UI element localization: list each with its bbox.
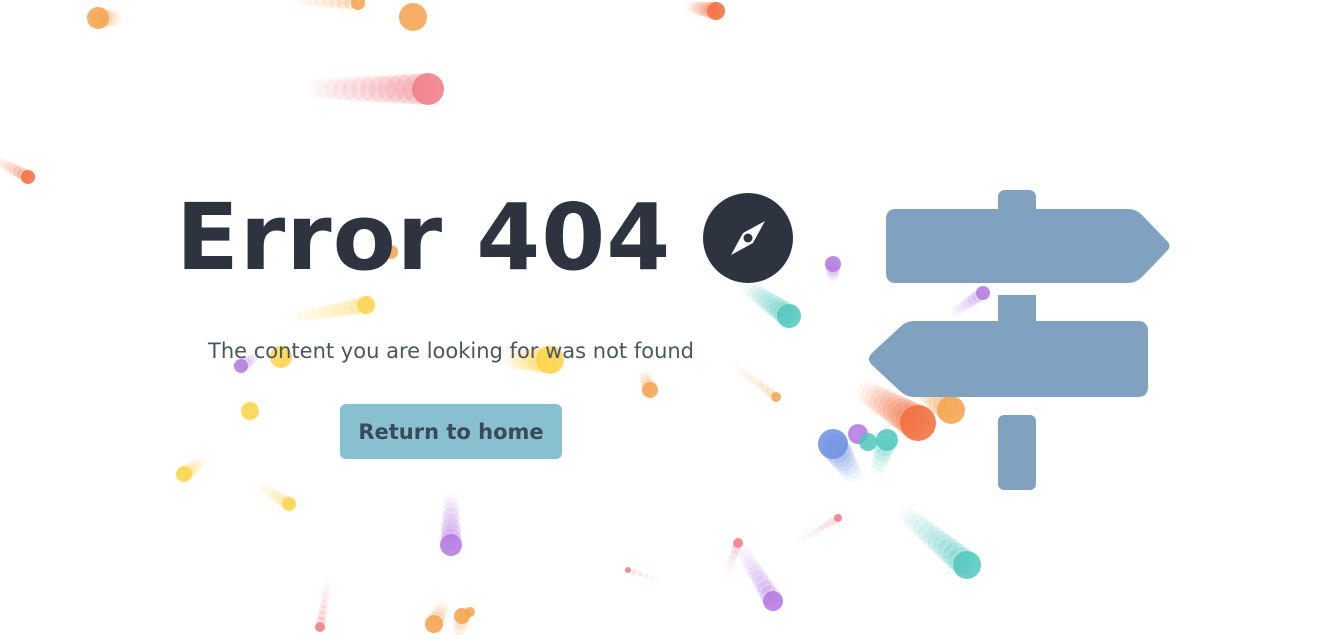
- confetti-streak: [87, 7, 124, 29]
- title-row: Error 404: [176, 184, 794, 291]
- signpost-left-arrow: [869, 321, 1148, 397]
- confetti-streak: [307, 73, 444, 105]
- signpost-illustration: [869, 190, 1170, 490]
- confetti-streak: [732, 363, 781, 402]
- confetti-streak: [293, 0, 365, 10]
- signpost-right-arrow: [886, 209, 1170, 283]
- confetti-streak: [795, 514, 842, 545]
- confetti-streak: [176, 456, 208, 482]
- page-title: Error 404: [176, 184, 672, 291]
- return-home-button[interactable]: Return to home: [340, 404, 562, 459]
- confetti-streak: [256, 481, 296, 511]
- confetti-streak: [685, 1, 725, 20]
- signpost-pole-bottom: [998, 415, 1036, 490]
- compass-icon: [703, 193, 794, 283]
- confetti-streak: [315, 577, 332, 632]
- confetti-streak: [0, 156, 35, 184]
- confetti-streak: [736, 544, 783, 611]
- confetti-streak: [625, 567, 660, 582]
- confetti-streak: [290, 296, 375, 323]
- confetti-streak: [741, 280, 801, 328]
- confetti-streak: [465, 607, 475, 617]
- confetti-streak: [241, 402, 259, 420]
- confetti-streak: [399, 3, 427, 31]
- confetti-streak: [440, 491, 462, 556]
- confetti-streak: [897, 505, 981, 579]
- confetti-streak: [825, 256, 841, 284]
- not-found-page: Error 404 The content you are looking fo…: [0, 0, 1342, 639]
- not-found-message: The content you are looking for was not …: [208, 339, 695, 363]
- confetti-streak: [425, 598, 450, 633]
- confetti-streak: [638, 368, 658, 398]
- signpost-pole-middle: [998, 295, 1036, 325]
